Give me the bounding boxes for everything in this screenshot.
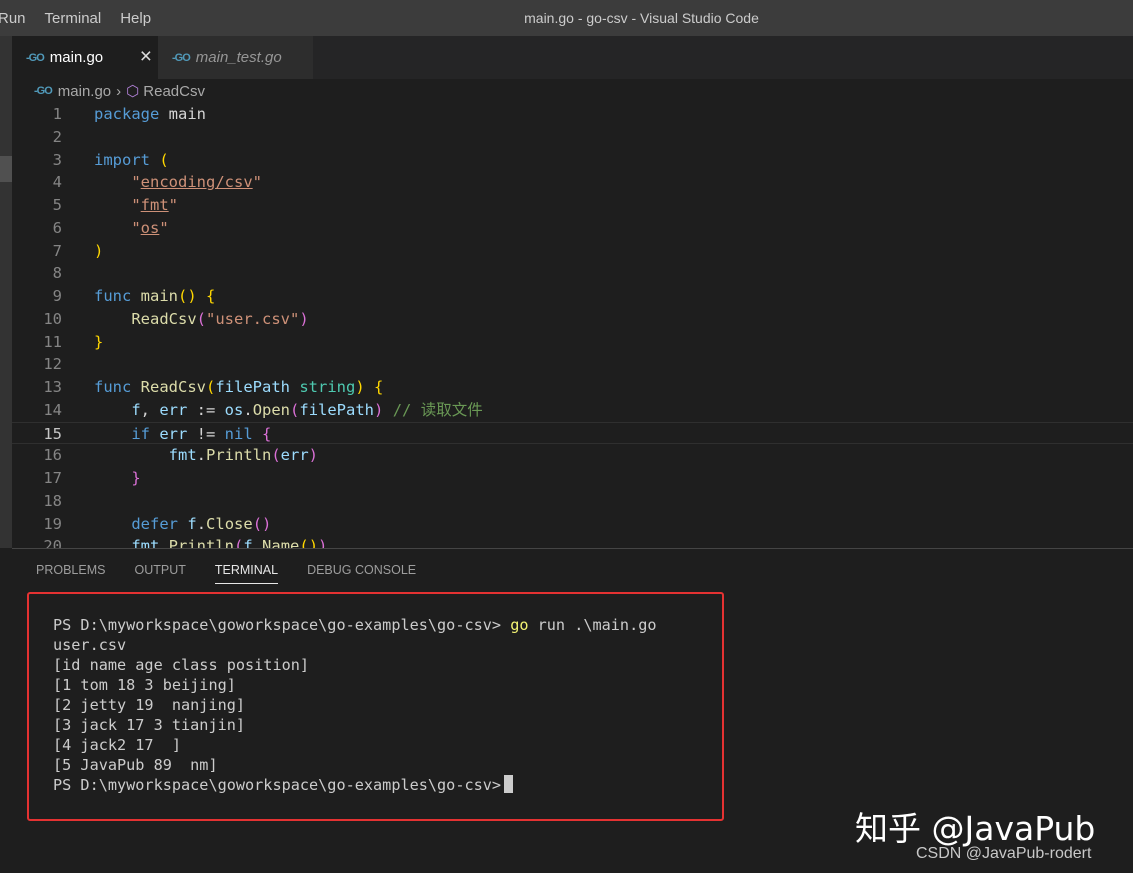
code-text: } — [94, 332, 104, 351]
code-line: 11} — [12, 331, 1133, 354]
code-text: "os" — [131, 218, 169, 237]
code-text: "fmt" — [131, 196, 179, 214]
terminal-cursor — [504, 775, 514, 793]
go-file-icon: -GO — [34, 85, 53, 97]
activity-indicator — [0, 156, 12, 182]
code-text: defer f.Close() — [131, 514, 272, 533]
code-text: ReadCsv("user.csv") — [131, 309, 309, 328]
code-line: 14 f, err := os.Open(filePath) // 读取文件 — [12, 399, 1133, 422]
terminal-final-prompt-line[interactable]: PS D:\myworkspace\goworkspace\go-example… — [53, 775, 514, 795]
title-bar: Run Terminal Help main.go - go-csv - Vis… — [0, 0, 1133, 36]
line-number: 20 — [43, 537, 62, 548]
line-number: 2 — [52, 127, 62, 146]
tab-main-go[interactable]: -GO main.go × — [12, 36, 158, 79]
code-line: 1 package main — [12, 103, 1133, 126]
code-text: func ReadCsv(filePath string) { — [94, 378, 384, 396]
terminal-output-line: [5 JavaPub 89 nm] — [53, 756, 218, 774]
code-line: 7) — [12, 240, 1133, 263]
go-file-icon: -GO — [172, 51, 191, 64]
code-text: fmt.Println(err) — [168, 446, 319, 465]
code-line: 9 func main() { — [12, 285, 1133, 308]
code-line: 16 fmt.Println(err) — [12, 444, 1133, 467]
line-number: 16 — [43, 446, 62, 465]
code-line: 12 — [12, 353, 1133, 376]
breadcrumb: -GO main.go › ⬡ ReadCsv — [12, 79, 1133, 103]
terminal-output-line: [2 jetty 19 nanjing] — [53, 696, 246, 714]
tab-terminal[interactable]: TERMINAL — [214, 563, 279, 584]
terminal-output-line: [id name age class position] — [53, 656, 310, 674]
terminal-command-go: go — [510, 616, 529, 634]
terminal-prompt: PS D:\myworkspace\goworkspace\go-example… — [53, 616, 511, 634]
code-text: func main() { — [94, 287, 216, 305]
terminal-output-line: [4 jack2 17 ] — [53, 736, 182, 754]
code-text: } — [131, 469, 141, 487]
breadcrumb-file[interactable]: main.go — [58, 83, 111, 100]
code-line: 2 — [12, 126, 1133, 149]
line-number: 3 — [52, 150, 62, 169]
code-line: 4 "encoding/csv" — [12, 171, 1133, 194]
code-line-current: 15 if err != nil { — [12, 421, 1133, 445]
editor-tabs: -GO main.go × -GO main_test.go — [12, 36, 1133, 79]
line-number: 10 — [43, 309, 62, 328]
code-text: import ( — [94, 150, 169, 169]
terminal-output-line: [3 jack 17 3 tianjin] — [53, 716, 246, 734]
code-line: 13 func ReadCsv(filePath string) { — [12, 376, 1133, 399]
terminal-final-prompt: PS D:\myworkspace\goworkspace\go-example… — [53, 776, 502, 794]
code-text: package main — [94, 105, 206, 123]
tab-output[interactable]: OUTPUT — [134, 563, 185, 584]
code-line: 17 } — [12, 467, 1133, 490]
line-number: 5 — [52, 196, 62, 214]
watermark-csdn: CSDN @JavaPub-rodert — [916, 845, 1092, 862]
code-line: 6 "os" — [12, 217, 1133, 240]
line-number: 12 — [43, 355, 62, 374]
code-line: 20 fmt.Println(f.Name()) — [12, 535, 1133, 548]
terminal-highlight-box[interactable]: PS D:\myworkspace\goworkspace\go-example… — [27, 592, 724, 821]
line-number: 7 — [52, 241, 62, 260]
line-number: 15 — [43, 424, 62, 443]
line-number: 4 — [52, 173, 62, 192]
line-number: 14 — [43, 400, 62, 419]
line-number: 8 — [52, 264, 62, 283]
activity-bar — [0, 36, 12, 548]
tab-label: main_test.go — [195, 49, 282, 66]
tab-problems[interactable]: PROBLEMS — [36, 563, 105, 584]
line-number: 1 — [52, 105, 62, 123]
code-line: 8 — [12, 262, 1133, 285]
terminal-output-line: user.csv — [53, 636, 127, 654]
window-title: main.go - go-csv - Visual Studio Code — [524, 10, 759, 26]
code-line: 3 import ( — [12, 149, 1133, 172]
code-line: 10 ReadCsv("user.csv") — [12, 308, 1133, 331]
go-file-icon: -GO — [26, 51, 45, 64]
tab-main-test-go[interactable]: -GO main_test.go — [158, 36, 313, 79]
tab-debug-console[interactable]: DEBUG CONSOLE — [307, 563, 416, 584]
terminal-output-line: [1 tom 18 3 beijing] — [53, 676, 236, 694]
code-line: 19 defer f.Close() — [12, 513, 1133, 536]
line-number: 17 — [43, 469, 62, 487]
line-number: 9 — [52, 287, 62, 305]
code-line: 5 "fmt" — [12, 194, 1133, 217]
code-text: f, err := os.Open(filePath) // 读取文件 — [131, 400, 483, 419]
code-text: "encoding/csv" — [131, 173, 262, 192]
tab-label: main.go — [49, 49, 104, 66]
breadcrumb-symbol[interactable]: ReadCsv — [143, 83, 205, 100]
line-number: 13 — [43, 378, 62, 396]
line-number: 11 — [43, 332, 62, 351]
close-icon[interactable]: × — [140, 45, 152, 69]
code-text: if err != nil { — [131, 424, 272, 443]
terminal-command-line: PS D:\myworkspace\goworkspace\go-example… — [53, 615, 657, 635]
code-editor[interactable]: 1 package main 2 3 import ( 4 "encoding/cs… — [12, 103, 1133, 548]
panel-tabs: PROBLEMS OUTPUT TERMINAL DEBUG CONSOLE — [36, 563, 445, 584]
line-number: 6 — [52, 218, 62, 237]
method-cube-icon: ⬡ — [126, 83, 140, 100]
line-number: 18 — [43, 491, 62, 510]
code-text: ) — [94, 241, 104, 260]
terminal-command-args: run .\main.go — [528, 616, 657, 634]
chevron-right-icon: › — [116, 82, 122, 100]
line-number: 19 — [43, 514, 62, 533]
code-text: fmt.Println(f.Name()) — [131, 537, 328, 548]
code-line: 18 — [12, 490, 1133, 513]
watermark-zhihu: 知乎 @JavaPub — [855, 809, 1096, 848]
